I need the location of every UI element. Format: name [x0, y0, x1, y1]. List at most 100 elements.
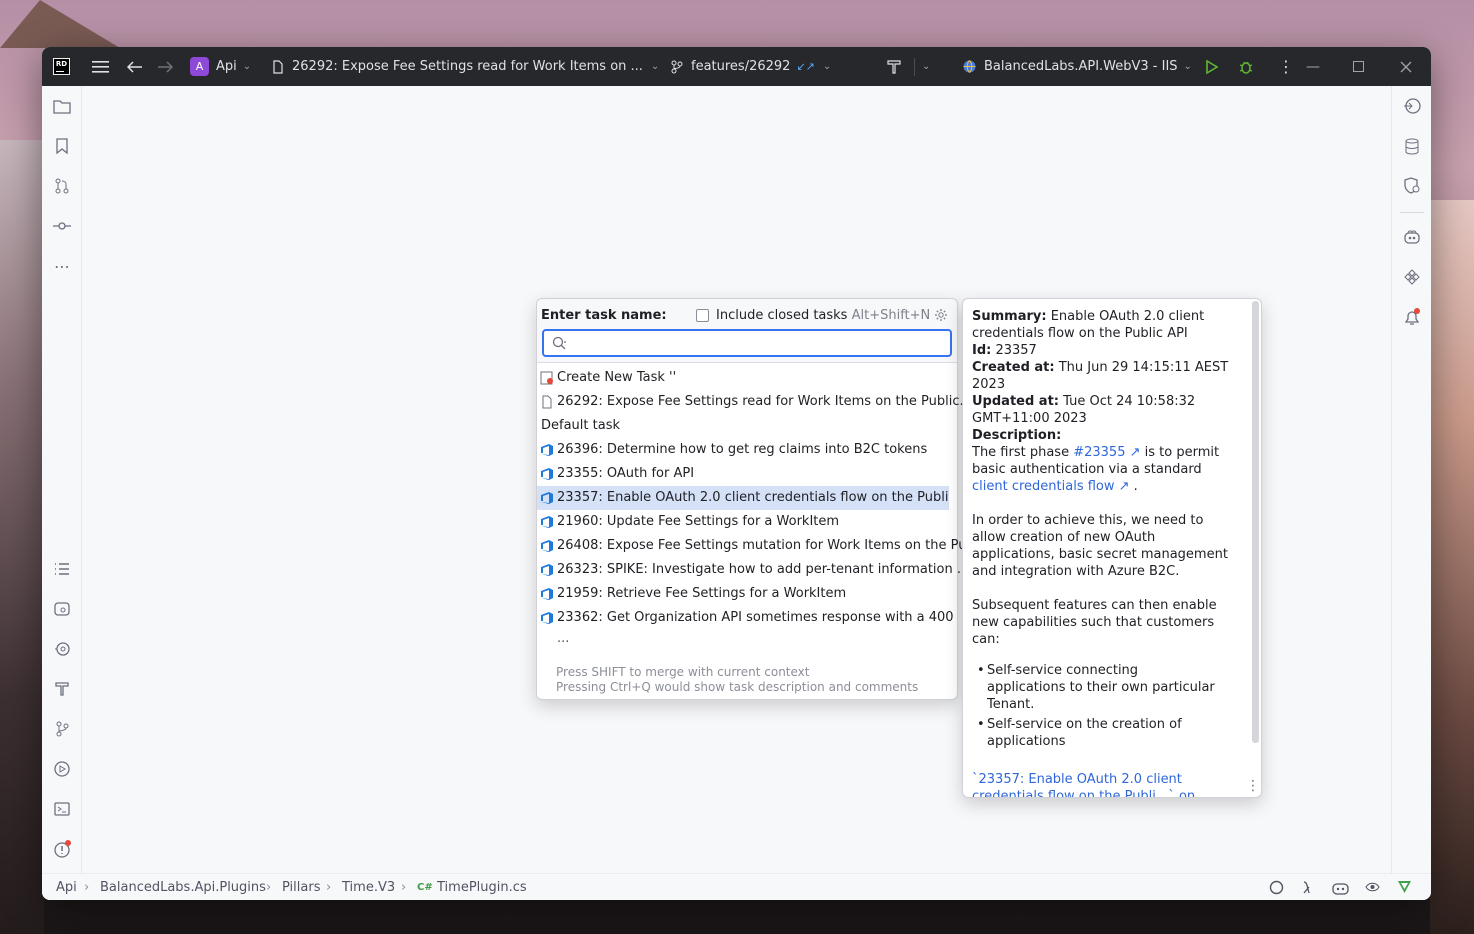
task-description-content: Summary: Enable OAuth 2.0 client credent… [972, 308, 1232, 797]
search-icon [552, 336, 568, 354]
list-item[interactable]: 21960: Update Fee Settings for a WorkIte… [537, 510, 965, 534]
desktop-wallpaper-left [0, 140, 44, 934]
security-analysis-icon[interactable] [1402, 176, 1422, 196]
project-name: Api [216, 59, 237, 74]
breadcrumb-item[interactable]: BalancedLabs.Api.Plugins [100, 880, 266, 895]
updated-line: Updated at: Tue Oct 24 10:58:32 [972, 394, 1196, 409]
create-task-icon [540, 371, 553, 385]
back-arrow-icon[interactable] [126, 47, 143, 86]
more-tool-windows-icon[interactable]: ⋯ [52, 256, 72, 276]
endpoints-icon[interactable] [1402, 96, 1422, 116]
breadcrumb-item[interactable]: Time.V3 [342, 880, 395, 895]
ai-assistant-icon[interactable] [1402, 227, 1422, 247]
maximize-icon[interactable] [1353, 47, 1364, 86]
breadcrumb-item[interactable]: Pillars [282, 880, 320, 895]
separator [1400, 212, 1424, 213]
dynamic-program-analysis-icon[interactable] [52, 639, 72, 659]
azure-devops-icon [541, 564, 553, 576]
breadcrumb-item[interactable]: TimePlugin.cs [437, 880, 527, 895]
azure-devops-icon [541, 540, 553, 552]
run-config-selector[interactable]: BalancedLabs.API.WebV3 - IIS ⌄ [962, 47, 1192, 86]
git-branch-icon [671, 60, 683, 73]
more-tasks[interactable]: ... [557, 631, 569, 646]
task-reference-link[interactable]: `23357: Enable OAuth 2.0 client credentia… [972, 771, 1232, 797]
folder-icon[interactable] [52, 96, 72, 116]
id-line: Id: 23357 [972, 343, 1037, 358]
left-tool-window-bar: ⋯ [42, 86, 82, 873]
azure-devops-icon [541, 588, 553, 600]
no-problems-circle-icon[interactable] [1269, 880, 1284, 899]
chevron-down-icon: ⌄ [1183, 61, 1192, 72]
database-icon[interactable] [1402, 136, 1422, 156]
enter-task-label: Enter task name: [541, 308, 667, 323]
issue-link[interactable]: #23355 ↗ [1073, 445, 1140, 460]
updated-line-2: GMT+11:00 2023 [972, 411, 1087, 426]
more-options-icon[interactable]: ⋮ [1246, 778, 1260, 795]
vim-icon[interactable] [1397, 880, 1412, 898]
task-selector[interactable]: 26292: Expose Fee Settings read for Work… [272, 47, 659, 86]
list-item[interactable]: 23362: Get Organization API sometimes re… [537, 606, 957, 630]
branch-name: features/26292 [691, 59, 791, 74]
build-options-chevron-icon[interactable]: ⌄ [922, 47, 930, 86]
include-closed-checkbox[interactable] [696, 309, 709, 322]
list-item[interactable]: 21959: Retrieve Fee Settings for a WorkI… [537, 582, 965, 606]
bullet-item: Self-service on the creation ofapplicati… [972, 716, 1232, 750]
forward-arrow-icon[interactable] [157, 47, 174, 86]
list-item[interactable]: 26323: SPIKE: Investigate how to add per… [537, 558, 965, 582]
list-item[interactable]: 26292: Expose Fee Settings read for Work… [537, 390, 965, 414]
main-menu-icon[interactable] [92, 47, 109, 86]
list-item-selected[interactable]: 23357: Enable OAuth 2.0 client credentia… [537, 486, 949, 510]
desktop-wallpaper-peak [0, 0, 120, 48]
scrollbar[interactable] [1252, 301, 1259, 743]
include-closed-label[interactable]: Include closed tasks Alt+Shift+N [716, 308, 930, 323]
breadcrumb-item[interactable]: Api [56, 880, 77, 895]
bookmark-icon[interactable] [52, 136, 72, 156]
summary-line-2: credentials flow on the Public API [972, 326, 1188, 341]
client-credentials-link[interactable]: client credentials flow ↗ [972, 479, 1130, 494]
list-item[interactable]: Default task [537, 414, 965, 438]
description-label: Description: [972, 428, 1062, 443]
build-icon[interactable] [52, 679, 72, 699]
run-icon[interactable] [1205, 47, 1219, 86]
minimize-icon[interactable]: — [1306, 47, 1320, 86]
right-tool-window-bar [1391, 86, 1431, 873]
task-list: Create New Task '' 26292: Expose Fee Set… [537, 366, 965, 630]
list-item[interactable]: 26396: Determine how to get reg claims i… [537, 438, 965, 462]
branch-selector[interactable]: features/26292 ↙↗ ⌄ [670, 47, 831, 86]
notifications-bell-icon[interactable] [1402, 307, 1422, 327]
rider-logo-icon[interactable]: RD [53, 58, 70, 75]
terminal-icon[interactable] [52, 799, 72, 819]
switch-task-popup: Enter task name: Include closed tasks Al… [536, 298, 965, 700]
task-search-input[interactable] [542, 329, 952, 357]
desktop-wallpaper-right [1430, 200, 1474, 934]
chevron-down-icon: ⌄ [242, 61, 252, 72]
services-icon[interactable] [52, 759, 72, 779]
hint-ctrl-q: Pressing Ctrl+Q would show task descript… [556, 680, 919, 694]
unit-tests-icon[interactable] [52, 599, 72, 619]
azure-devops-icon [541, 468, 553, 480]
commit-icon[interactable] [52, 216, 72, 236]
inlay-hints-icon[interactable] [1301, 880, 1315, 899]
gear-icon[interactable] [934, 308, 948, 326]
list-item-create-new-task[interactable]: Create New Task '' [537, 366, 965, 390]
list-item[interactable]: 23355: OAuth for API [537, 462, 965, 486]
pull-requests-icon[interactable] [52, 176, 72, 196]
hint-shift-merge: Press SHIFT to merge with current contex… [556, 665, 810, 679]
azure-devops-icon [541, 612, 553, 624]
task-description-popup: Summary: Enable OAuth 2.0 client credent… [962, 298, 1262, 798]
file-icon [542, 395, 552, 409]
project-selector[interactable]: A Api ⌄ [190, 47, 251, 86]
plugins-diamond-icon[interactable] [1402, 267, 1422, 287]
build-hammer-icon[interactable] [886, 47, 902, 86]
file-icon [273, 59, 283, 74]
debug-bug-icon[interactable] [1238, 47, 1254, 86]
ai-assistant-status-icon[interactable] [1332, 880, 1349, 899]
list-item[interactable]: 26408: Expose Fee Settings mutation for … [537, 534, 965, 558]
more-actions-icon[interactable]: ⋮ [1278, 47, 1294, 86]
git-icon[interactable] [52, 719, 72, 739]
eye-icon[interactable] [1365, 881, 1380, 897]
structure-list-icon[interactable] [52, 559, 72, 579]
azure-devops-icon [541, 492, 553, 504]
problems-icon[interactable] [52, 839, 72, 859]
close-icon[interactable] [1400, 47, 1412, 86]
